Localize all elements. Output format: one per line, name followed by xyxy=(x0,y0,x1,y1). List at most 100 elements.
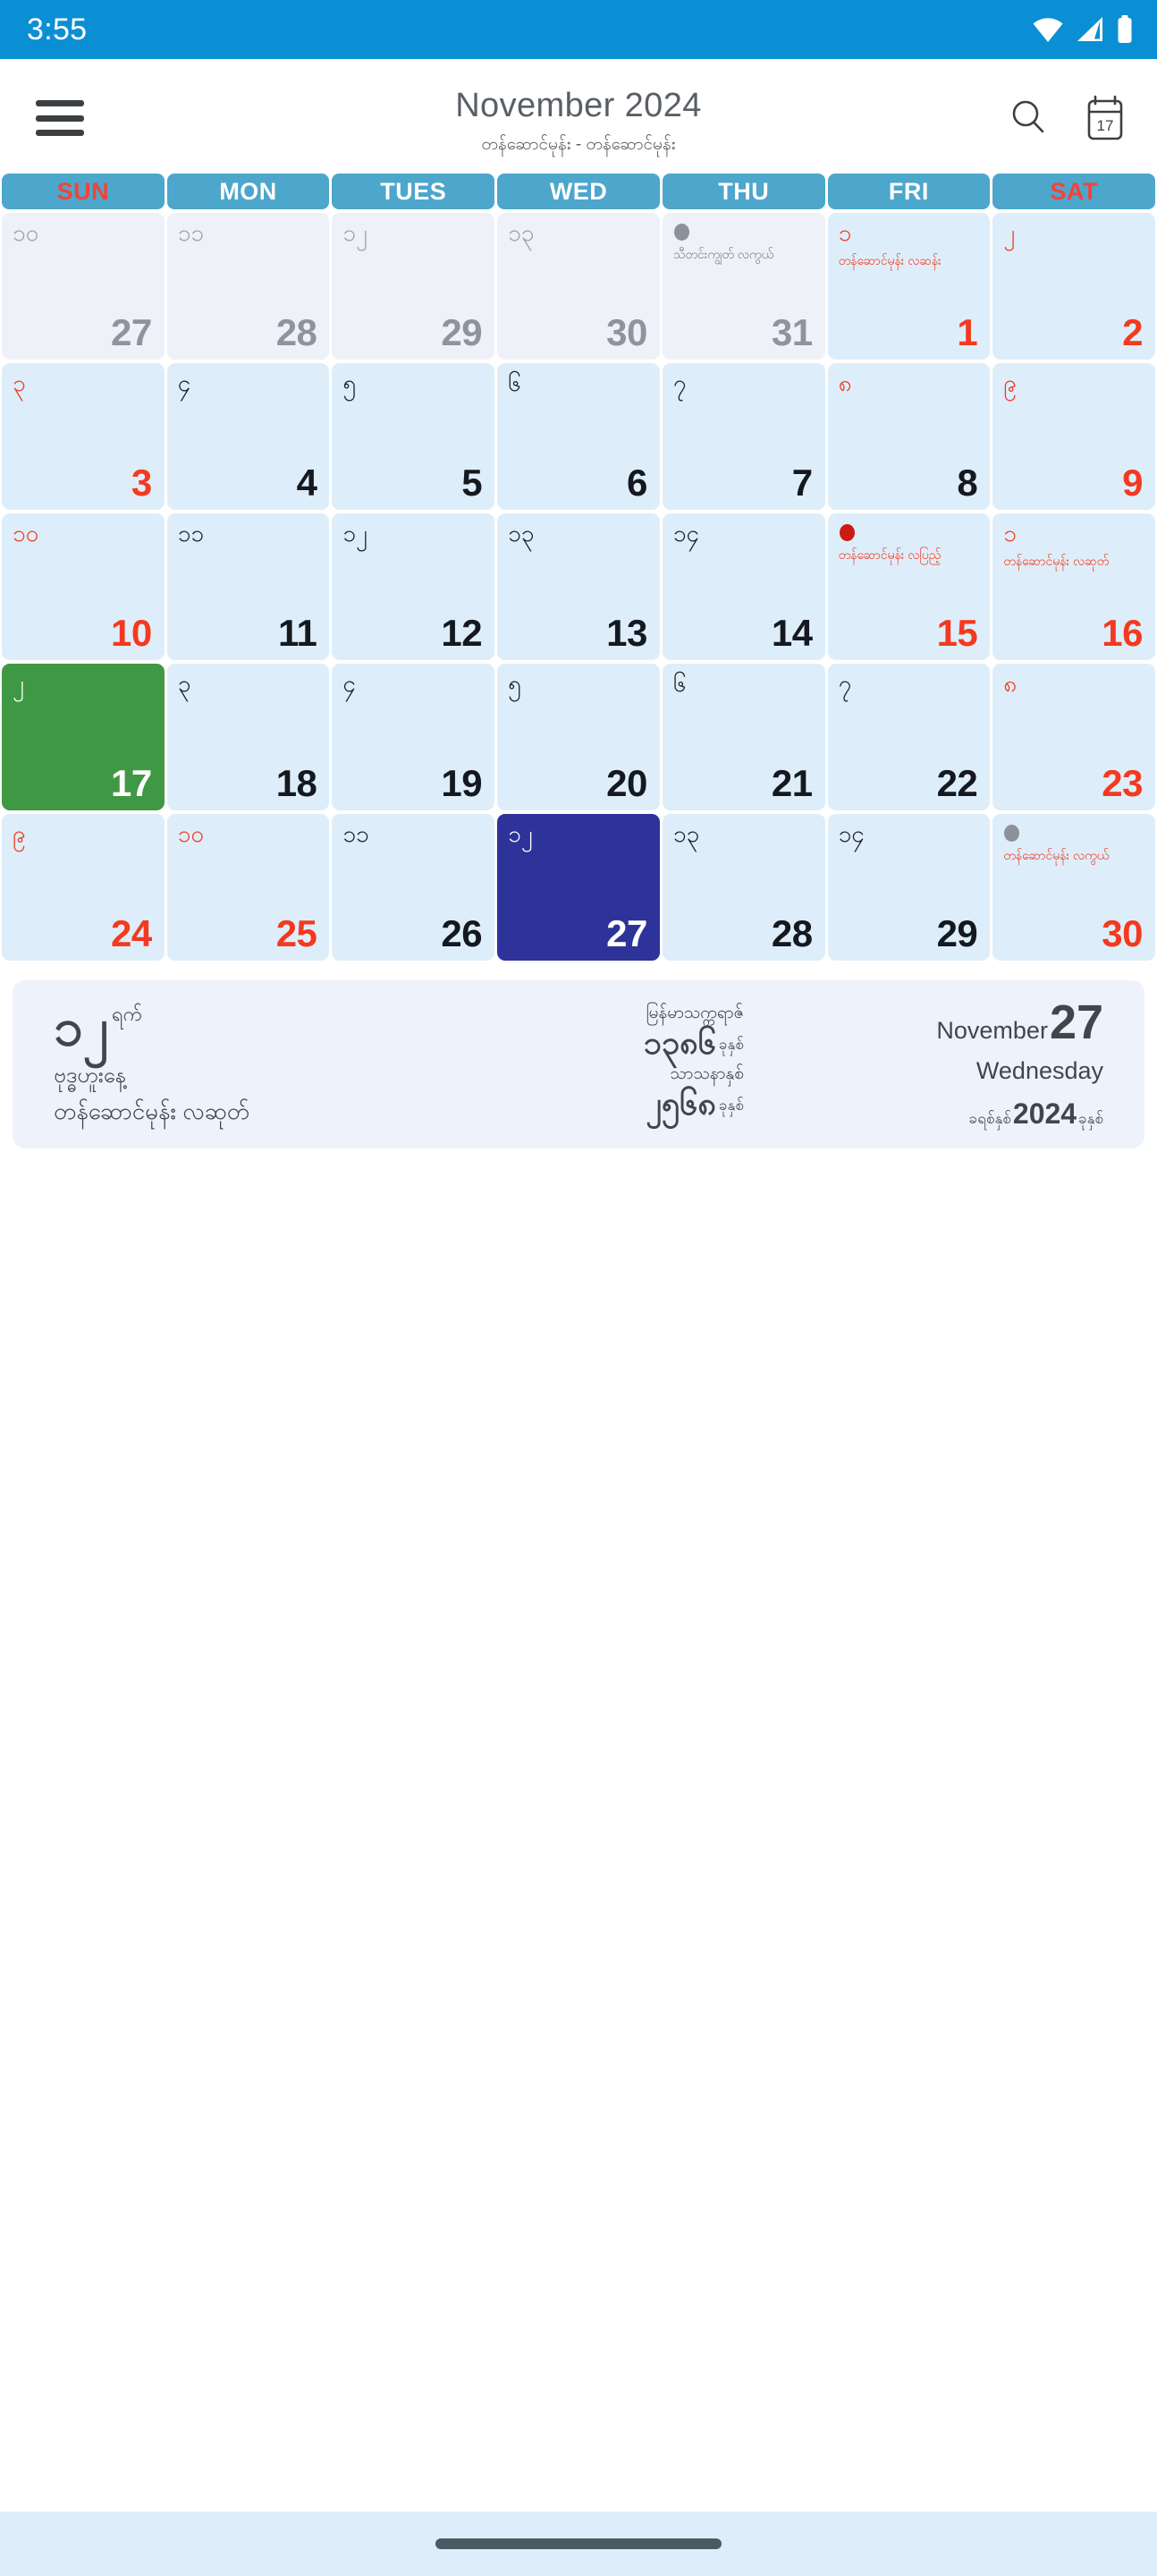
detail-myanmar-day-number: ၁၂ xyxy=(54,998,109,1057)
day-cell-11[interactable]: ၁၁ 11 xyxy=(166,513,330,660)
hamburger-bar xyxy=(36,130,84,136)
detail-gregorian-day: 27 xyxy=(1049,995,1104,1049)
myanmar-day-number: ၂ xyxy=(1003,219,1016,246)
myanmar-day-number: ၃ xyxy=(177,670,191,697)
day-event-label: တန်ဆောင်မုန်း လဆန်း xyxy=(838,252,942,267)
weekday-header-sat: SAT xyxy=(992,174,1155,209)
day-cell-2[interactable]: ၂2 xyxy=(992,213,1155,360)
detail-gregorian-year-line: ခရစ်နှစ် 2024 ခုနှစ် xyxy=(969,1097,1103,1131)
calendar-17-icon[interactable]: 17 xyxy=(1084,95,1127,146)
day-cell-3[interactable]: ၃3 xyxy=(2,363,165,510)
day-cell-23[interactable]: ၈ 23 xyxy=(992,664,1155,810)
detail-era-label: မြန်မာသက္ကရာဇ် xyxy=(646,1004,744,1023)
day-cell-28[interactable]: ၁၁ 28 xyxy=(166,213,330,360)
gregorian-day-number: 1 xyxy=(957,311,978,353)
gregorian-day-number: 26 xyxy=(441,912,483,954)
detail-year-prefix: ခရစ်နှစ် xyxy=(968,1109,1011,1127)
myanmar-day-number: ၁၀ xyxy=(13,520,39,547)
day-cell-15[interactable]: တန်ဆောင်မုန်း လပြည့် 15 xyxy=(827,513,991,660)
gregorian-day-number: 28 xyxy=(771,912,813,954)
day-cell-20[interactable]: ၅ 20 xyxy=(497,664,660,810)
page-subtitle: တန်ဆောင်မုန်း - တန်ဆောင်မုန်း xyxy=(481,134,676,154)
day-cell-21[interactable]: ၆ 21 xyxy=(662,664,825,810)
app-header: November 2024 တန်ဆောင်မုန်း - တန်ဆောင်မု… xyxy=(0,59,1157,165)
day-cell-25[interactable]: ၁၀ 25 xyxy=(166,814,330,961)
myanmar-day-number: ၁၀ xyxy=(13,219,39,246)
detail-day-line: ၁၂ ရက် xyxy=(54,998,426,1057)
day-cell-4[interactable]: ၄4 xyxy=(166,363,330,510)
day-cell-30[interactable]: ၁၃ 30 xyxy=(497,213,660,360)
myanmar-day-number: ၉ xyxy=(13,820,26,847)
gregorian-day-number: 30 xyxy=(606,311,647,353)
myanmar-day-number: ၈ xyxy=(1003,670,1018,697)
myanmar-day-number: ၁၄ xyxy=(672,520,700,547)
gregorian-day-number: 22 xyxy=(936,762,978,804)
day-cell-13[interactable]: ၁၃ 13 xyxy=(497,513,660,660)
myanmar-day-number: ၁၃ xyxy=(508,219,535,246)
weekday-header-tues: TUES xyxy=(332,174,495,209)
myanmar-day-number: ၄ xyxy=(342,670,357,697)
detail-myanmar-day: ၁၂ ရက် ဗုဒ္ဓဟူးနေ့ တန်ဆောင်မုန်း လဆုတ် xyxy=(34,995,426,1134)
day-cell-8[interactable]: ၈8 xyxy=(827,363,991,510)
detail-gregorian-weekday: Wednesday xyxy=(975,1056,1104,1084)
day-cell-27[interactable]: ၁၀ 27 xyxy=(2,213,165,360)
myanmar-day-number: ၁ xyxy=(838,219,852,246)
myanmar-day-number: ၄ xyxy=(177,369,191,396)
day-cell-1[interactable]: ၁တန်ဆောင်မုန်း လဆန်း 1 xyxy=(827,213,991,360)
day-cell-26[interactable]: ၁၁ 26 xyxy=(332,814,495,961)
myanmar-day-number: ၁၁ xyxy=(177,520,204,547)
day-cell-7[interactable]: ၇7 xyxy=(662,363,825,510)
cellular-signal-icon xyxy=(1076,16,1104,43)
page-title: November 2024 xyxy=(455,87,702,124)
day-cell-29[interactable]: ၁၂ 29 xyxy=(332,213,495,360)
day-cell-18[interactable]: ၃ 18 xyxy=(166,664,330,810)
myanmar-day-number: ၅ xyxy=(508,670,521,697)
day-cell-12[interactable]: ၁၂ 12 xyxy=(332,513,495,660)
day-cell-17[interactable]: ၂ 17 xyxy=(2,664,165,810)
hamburger-menu-icon[interactable] xyxy=(36,100,84,136)
day-cell-9[interactable]: ၉9 xyxy=(992,363,1155,510)
day-cell-24[interactable]: ၉ 24 xyxy=(2,814,165,961)
new-moon-icon xyxy=(673,224,689,241)
myanmar-day-number: ၅ xyxy=(342,369,357,396)
myanmar-day-number: ၁၄ xyxy=(838,820,865,847)
calendar-icon-day-label: 17 xyxy=(1097,117,1114,134)
day-event-label: သီတင်းကျွတ် လကွယ် xyxy=(672,247,774,261)
gregorian-day-number: 15 xyxy=(936,612,978,654)
detail-era-year-suffix: ခုနှစ် xyxy=(718,1036,744,1053)
day-cell-5[interactable]: ၅5 xyxy=(332,363,495,510)
detail-era-year: ၁၃၈၆ xyxy=(643,1024,716,1061)
day-cell-6[interactable]: ၆6 xyxy=(497,363,660,510)
day-cell-28[interactable]: ၁၃ 28 xyxy=(662,814,825,961)
gregorian-day-number: 12 xyxy=(441,612,483,654)
day-cell-16[interactable]: ၁တန်ဆောင်မုန်း လဆုတ် 16 xyxy=(992,513,1155,660)
day-cell-27[interactable]: ၁၂ 27 xyxy=(497,814,660,961)
gregorian-day-number: 19 xyxy=(441,762,483,804)
gregorian-day-number: 27 xyxy=(110,311,152,353)
day-detail-panel[interactable]: ၁၂ ရက် ဗုဒ္ဓဟူးနေ့ တန်ဆောင်မုန်း လဆုတ် မ… xyxy=(13,980,1144,1148)
hamburger-bar xyxy=(36,100,84,106)
detail-gregorian-date-line: November 27 xyxy=(936,998,1103,1046)
gregorian-day-number: 17 xyxy=(110,762,152,804)
detail-gregorian-month: November xyxy=(936,1016,1048,1044)
search-icon[interactable] xyxy=(1007,96,1051,145)
day-cell-30[interactable]: တန်ဆောင်မုန်း လကွယ် 30 xyxy=(992,814,1155,961)
day-cell-14[interactable]: ၁၄ 14 xyxy=(662,513,825,660)
hamburger-bar xyxy=(36,114,84,122)
day-cell-22[interactable]: ၇ 22 xyxy=(827,664,991,810)
detail-moon-phase: တန်ဆောင်မုန်း လဆုတ် xyxy=(54,1097,250,1125)
day-event-label: တန်ဆောင်မုန်း လကွယ် xyxy=(1003,848,1110,862)
detail-sasana-year-suffix: ခုနှစ် xyxy=(718,1096,744,1114)
day-cell-19[interactable]: ၄ 19 xyxy=(332,664,495,810)
myanmar-day-number: ၁၀ xyxy=(177,820,204,847)
myanmar-day-number: ၁၁ xyxy=(177,219,204,246)
day-cell-10[interactable]: ၁၀ 10 xyxy=(2,513,165,660)
full-moon-icon xyxy=(839,524,855,541)
myanmar-day-number: ၉ xyxy=(1003,369,1017,396)
detail-gregorian-year: 2024 xyxy=(1012,1097,1077,1130)
weekday-header-fri: FRI xyxy=(827,174,991,209)
day-cell-31[interactable]: သီတင်းကျွတ် လကွယ် 31 xyxy=(662,213,825,360)
day-cell-29[interactable]: ၁၄ 29 xyxy=(827,814,991,961)
home-gesture-pill[interactable] xyxy=(435,2538,722,2549)
detail-myanmar-era: မြန်မာသက္ကရာဇ် ၁၃၈၆ ခုနှစ် သာသနာနှစ် ၂၅၆… xyxy=(426,995,752,1134)
